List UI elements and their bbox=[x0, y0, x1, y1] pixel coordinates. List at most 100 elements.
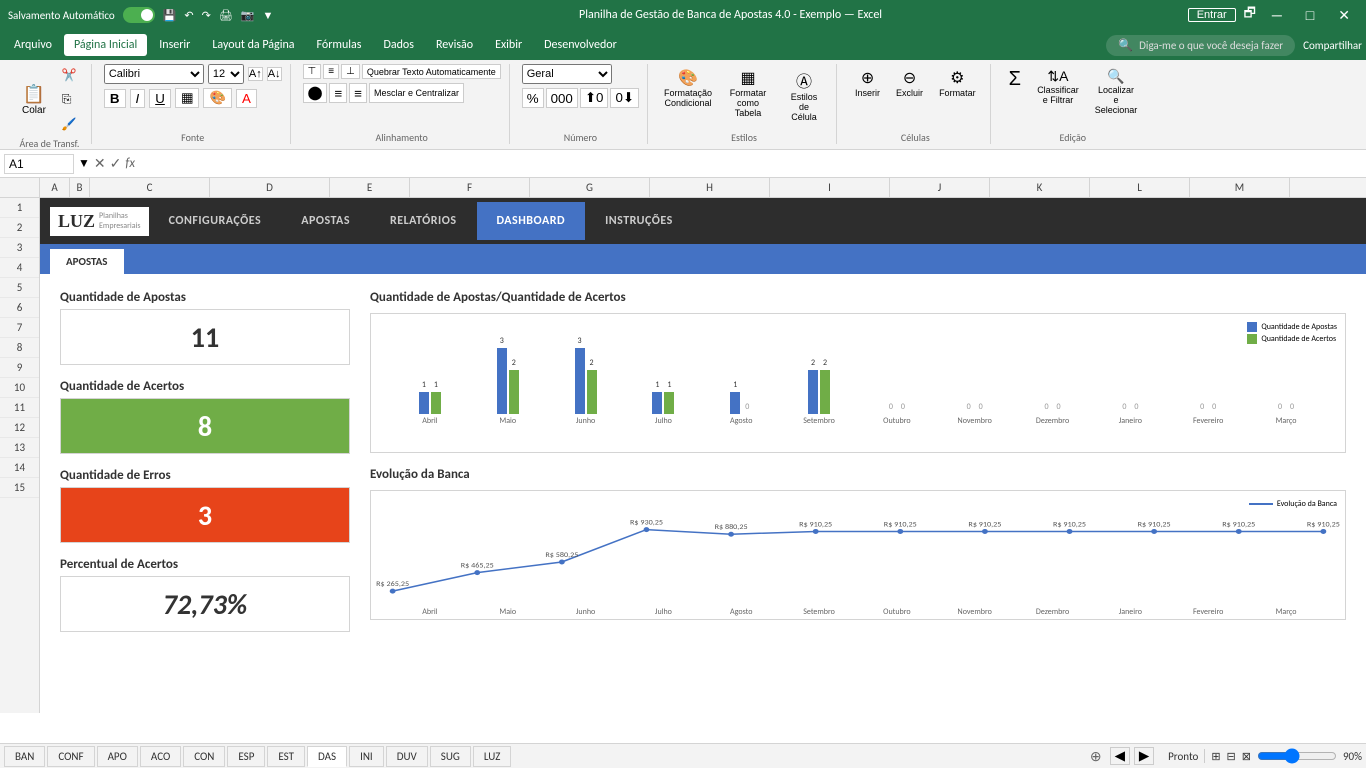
formula-input[interactable] bbox=[139, 155, 1362, 173]
menu-formulas[interactable]: Fórmulas bbox=[307, 34, 372, 56]
merge-center-button[interactable]: Mesclar e Centralizar bbox=[369, 83, 464, 103]
zoom-slider[interactable] bbox=[1257, 748, 1337, 764]
add-sheet-button[interactable]: ⊕ bbox=[1082, 745, 1110, 768]
col-header-b[interactable]: B bbox=[70, 178, 90, 197]
align-center-button[interactable]: ≡ bbox=[329, 83, 347, 103]
col-header-k[interactable]: K bbox=[990, 178, 1090, 197]
col-header-i[interactable]: I bbox=[770, 178, 890, 197]
save-icon[interactable]: 💾 bbox=[163, 9, 177, 22]
menu-revisao[interactable]: Revisão bbox=[426, 34, 483, 56]
font-grow-button[interactable]: A↑ bbox=[248, 67, 263, 81]
wrap-text-button[interactable]: Quebrar Texto Automaticamente bbox=[362, 64, 501, 79]
format-painter-button[interactable]: 🖌️ bbox=[56, 113, 83, 135]
col-header-m[interactable]: M bbox=[1190, 178, 1290, 197]
page-view-icon[interactable]: ⊟ bbox=[1227, 750, 1236, 763]
col-header-c[interactable]: C bbox=[90, 178, 210, 197]
percent-button[interactable]: % bbox=[522, 88, 544, 108]
col-header-j[interactable]: J bbox=[890, 178, 990, 197]
camera-icon[interactable]: 📷 bbox=[241, 9, 255, 22]
format-as-table-button[interactable]: ▦ Formatar como Tabela bbox=[720, 64, 776, 126]
italic-button[interactable]: I bbox=[130, 89, 146, 108]
layout-icon[interactable]: ⊞ bbox=[1211, 750, 1220, 763]
tab-instrucoes[interactable]: INSTRUÇÕES bbox=[585, 202, 693, 240]
font-size-select[interactable]: 12 bbox=[208, 64, 244, 84]
tab-apostas[interactable]: APOSTAS bbox=[281, 202, 370, 240]
cell-reference-input[interactable]: A1 bbox=[4, 154, 74, 174]
sheet-tab-das[interactable]: DAS bbox=[307, 746, 347, 767]
search-placeholder[interactable]: Diga-me o que você deseja fazer bbox=[1139, 39, 1283, 52]
format-cells-button[interactable]: ⚙ Formatar bbox=[933, 64, 982, 102]
col-header-h[interactable]: H bbox=[650, 178, 770, 197]
formula-accept-icon[interactable]: ✓ bbox=[110, 155, 122, 172]
login-button[interactable]: Entrar bbox=[1188, 8, 1236, 22]
number-format-select[interactable]: Geral bbox=[522, 64, 612, 84]
border-button[interactable]: ▦ bbox=[175, 88, 200, 108]
sheet-tab-luz[interactable]: LUZ bbox=[473, 746, 512, 767]
font-color-button[interactable]: A bbox=[236, 89, 257, 108]
share-button[interactable]: Compartilhar bbox=[1303, 39, 1362, 52]
close-button[interactable]: ✕ bbox=[1330, 7, 1358, 24]
undo-icon[interactable]: ↶ bbox=[184, 9, 193, 22]
function-icon[interactable]: fx bbox=[125, 156, 135, 171]
sort-filter-button[interactable]: ⇅A Classificar e Filtrar bbox=[1031, 64, 1085, 119]
col-header-g[interactable]: G bbox=[530, 178, 650, 197]
sheet-tab-ban[interactable]: BAN bbox=[4, 746, 45, 767]
menu-layout[interactable]: Layout da Página bbox=[202, 34, 304, 56]
align-bottom-button[interactable]: ⊥ bbox=[341, 64, 360, 79]
scroll-sheets-right-button[interactable]: ▶ bbox=[1134, 747, 1154, 765]
align-middle-button[interactable]: ≡ bbox=[323, 64, 339, 79]
dropdown-icon[interactable]: ▼ bbox=[263, 9, 274, 22]
sheet-tab-est[interactable]: EST bbox=[267, 746, 305, 767]
sheet-tab-apo[interactable]: APO bbox=[97, 746, 138, 767]
align-left-button[interactable]: ⬤ bbox=[303, 83, 328, 103]
cell-styles-button[interactable]: Ⓐ Estilos de Célula bbox=[780, 64, 828, 126]
formula-cancel-icon[interactable]: ✕ bbox=[94, 155, 106, 172]
tab-dashboard[interactable]: DASHBOARD bbox=[477, 202, 586, 240]
minimize-button[interactable]: ─ bbox=[1264, 7, 1290, 23]
autosave-toggle[interactable] bbox=[123, 7, 155, 23]
menu-inserir[interactable]: Inserir bbox=[149, 34, 200, 56]
restore-icon[interactable]: 🗗 bbox=[1244, 4, 1256, 26]
col-header-e[interactable]: E bbox=[330, 178, 410, 197]
delete-cells-button[interactable]: ⊖ Excluir bbox=[890, 64, 929, 102]
scroll-sheets-left-button[interactable]: ◀ bbox=[1110, 747, 1130, 765]
font-shrink-button[interactable]: A↓ bbox=[267, 67, 282, 81]
align-top-button[interactable]: ⊤ bbox=[303, 64, 322, 79]
find-select-button[interactable]: 🔍 Localizar e Selecionar bbox=[1089, 64, 1143, 119]
maximize-button[interactable]: □ bbox=[1298, 7, 1322, 23]
col-header-f[interactable]: F bbox=[410, 178, 530, 197]
print-icon[interactable]: 🖨 bbox=[219, 9, 233, 22]
underline-button[interactable]: U bbox=[149, 89, 171, 108]
sheet-tab-duv[interactable]: DUV bbox=[386, 746, 428, 767]
fill-color-button[interactable]: 🎨 bbox=[203, 88, 232, 108]
page-break-icon[interactable]: ⊠ bbox=[1242, 750, 1251, 763]
sheet-tab-conf[interactable]: CONF bbox=[47, 746, 94, 767]
col-header-d[interactable]: D bbox=[210, 178, 330, 197]
decrease-decimal-button[interactable]: 0⬇ bbox=[610, 88, 639, 108]
sheet-tab-aco[interactable]: ACO bbox=[140, 746, 181, 767]
bold-button[interactable]: B bbox=[104, 89, 126, 108]
insert-cells-button[interactable]: ⊕ Inserir bbox=[849, 64, 886, 102]
conditional-formatting-button[interactable]: 🎨 Formatação Condicional bbox=[660, 64, 716, 126]
align-right-button[interactable]: ≡ bbox=[349, 83, 367, 103]
autosum-button[interactable]: Σ bbox=[1003, 64, 1027, 119]
sheet-tab-con[interactable]: CON bbox=[183, 746, 225, 767]
menu-pagina-inicial[interactable]: Página Inicial bbox=[64, 34, 147, 56]
menu-desenvolvedor[interactable]: Desenvolvedor bbox=[534, 34, 627, 56]
menu-dados[interactable]: Dados bbox=[373, 34, 423, 56]
menu-exibir[interactable]: Exibir bbox=[485, 34, 532, 56]
comma-button[interactable]: 000 bbox=[546, 88, 578, 108]
sheet-tab-esp[interactable]: ESP bbox=[227, 746, 265, 767]
sheet-tab-sug[interactable]: SUG bbox=[430, 746, 471, 767]
redo-icon[interactable]: ↷ bbox=[202, 9, 211, 22]
tab-relatorios[interactable]: RELATÓRIOS bbox=[370, 202, 477, 240]
col-header-a[interactable]: A bbox=[40, 178, 70, 197]
col-header-l[interactable]: L bbox=[1090, 178, 1190, 197]
formula-name-box-dropdown[interactable]: ▼ bbox=[78, 156, 90, 171]
menu-arquivo[interactable]: Arquivo bbox=[4, 34, 62, 56]
subtab-apostas[interactable]: APOSTAS bbox=[50, 249, 124, 274]
increase-decimal-button[interactable]: ⬆0 bbox=[580, 88, 609, 108]
copy-button[interactable]: ⎘ bbox=[56, 88, 83, 111]
font-family-select[interactable]: Calibri bbox=[104, 64, 204, 84]
tab-configuracoes[interactable]: CONFIGURAÇÕES bbox=[149, 202, 282, 240]
